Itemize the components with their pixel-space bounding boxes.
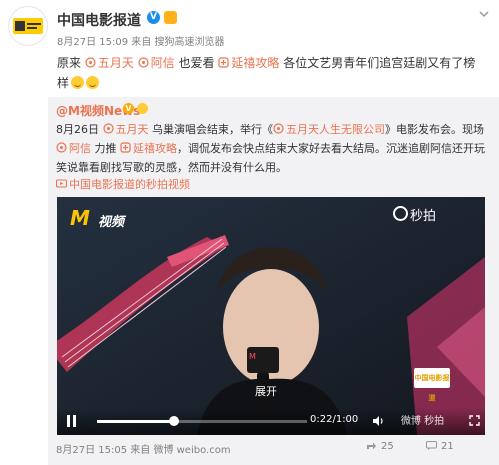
chevron-down-icon[interactable]	[478, 8, 490, 20]
progress-fill	[97, 420, 175, 423]
comment-icon	[426, 441, 437, 450]
video-link-icon	[56, 179, 67, 188]
share-button[interactable]: 25	[366, 441, 394, 452]
star-icon	[85, 57, 96, 68]
video-player[interactable]: M	[57, 197, 485, 435]
expand-button[interactable]: 展开	[255, 383, 277, 399]
repost-text-3: 力推	[94, 142, 117, 155]
author-name[interactable]: 中国电影报道	[57, 10, 141, 30]
mention-axin[interactable]: 阿信	[138, 56, 175, 70]
repost-text-2: 》电影发布会。现场	[385, 123, 484, 136]
miaopai-logo-icon	[393, 206, 408, 221]
post-meta: 8月27日 15:09 来自 搜狗高速浏览器	[57, 37, 225, 48]
video-frame: M	[57, 197, 485, 435]
star-icon	[273, 123, 284, 134]
author-avatar[interactable]	[8, 6, 48, 46]
topic-icon	[120, 142, 131, 153]
movie-logo-icon	[13, 18, 43, 34]
weibo-watermark: 微博 秒拍	[401, 416, 445, 427]
star-icon	[138, 57, 149, 68]
repost-date: 8月26日	[56, 123, 99, 136]
star-icon	[102, 123, 114, 134]
time-display: 0:22/1:00	[310, 414, 359, 425]
svg-text:M: M	[249, 352, 256, 361]
repost-meta: 8月27日 15:05 来自 微博 weibo.com	[56, 445, 231, 456]
hashtag-link[interactable]: 延禧攻略	[218, 56, 279, 70]
company-link[interactable]: 五月天人生无限公司	[273, 123, 385, 136]
provider-label: 秒拍	[410, 209, 437, 224]
text-mid: 也爱看	[178, 56, 215, 70]
topic-icon	[218, 57, 229, 68]
laugh-emoji-icon	[71, 76, 85, 89]
volume-icon[interactable]	[372, 415, 384, 427]
member-level-icon	[164, 11, 177, 24]
corner-watermark: 中国电影报道	[414, 368, 450, 402]
member-level-icon	[137, 103, 148, 114]
comment-button[interactable]: 21	[426, 441, 454, 452]
repost-text: 8月26日 五月天 乌巢演唱会结束，举行《 五月天人生无限公司》电影发布会。现场 …	[56, 120, 486, 177]
text-prefix: 原来	[57, 56, 82, 70]
grin-emoji-icon	[86, 76, 100, 89]
progress-knob[interactable]	[169, 416, 180, 426]
weibo-post: 中国电影报道 V 8月27日 15:09 来自 搜狗高速浏览器 原来 五月天 阿…	[0, 0, 499, 465]
share-icon	[367, 442, 376, 450]
hashtag-link[interactable]: 延禧攻略	[120, 142, 177, 155]
mention-band[interactable]: 五月天	[85, 56, 134, 70]
fullscreen-icon[interactable]	[469, 415, 480, 426]
mention-band[interactable]: 五月天	[102, 123, 149, 136]
video-source-link[interactable]: 中国电影报道的秒拍视频	[56, 176, 190, 192]
verified-badge-icon: V	[123, 103, 134, 114]
repost-text-1: 乌巢演唱会结束，举行《	[152, 123, 273, 136]
verified-badge-icon: V	[147, 11, 160, 24]
post-text: 原来 五月天 阿信 也爱看 延禧攻略 各位文艺男青年们追宫廷剧又有了榜样	[57, 53, 487, 93]
pause-icon[interactable]	[67, 415, 76, 427]
star-icon	[56, 142, 67, 153]
mention-axin[interactable]: 阿信	[56, 142, 91, 155]
m-video-text: 视频	[98, 215, 125, 230]
m-video-logo: M	[70, 206, 90, 230]
